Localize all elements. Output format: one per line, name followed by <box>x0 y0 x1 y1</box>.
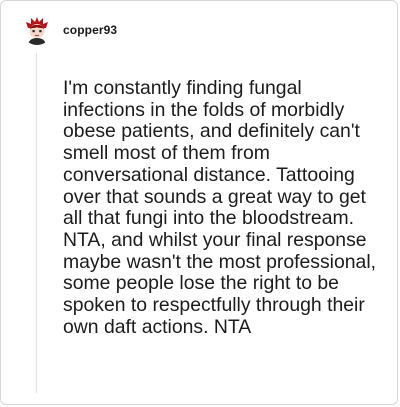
thread-line <box>36 53 37 393</box>
comment-body: I'm constantly finding fungal infections… <box>63 77 377 338</box>
cartoon-avatar-icon[interactable] <box>22 15 52 45</box>
comment-header: copper93 <box>22 15 117 45</box>
comment-card: copper93 I'm constantly finding fungal i… <box>0 0 398 405</box>
username[interactable]: copper93 <box>63 23 117 37</box>
